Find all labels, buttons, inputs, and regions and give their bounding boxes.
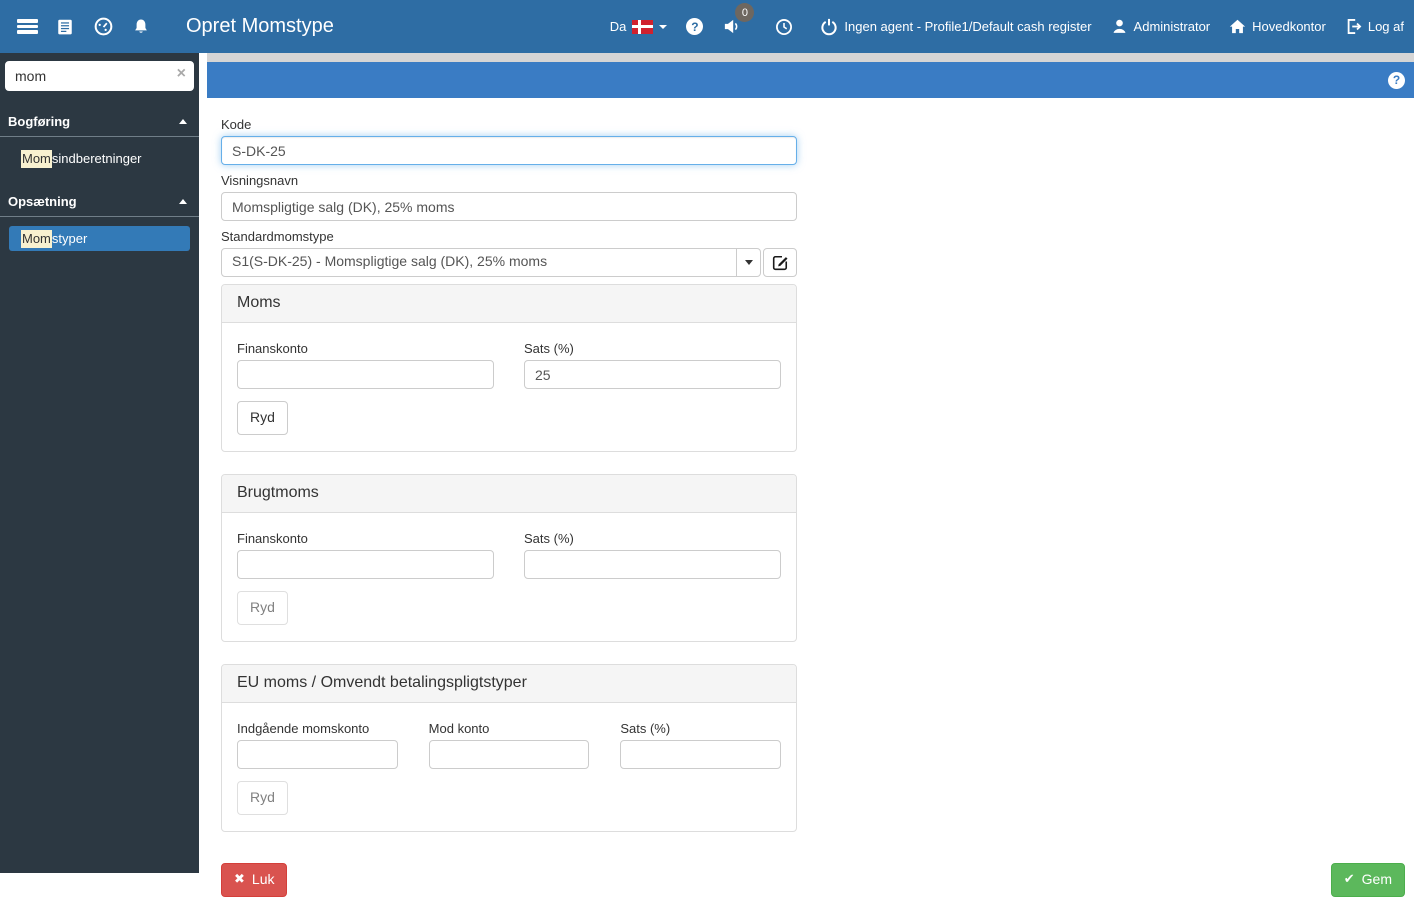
panel-eu-moms: EU moms / Omvendt betalingspligtstyper I…: [221, 663, 797, 832]
help-icon: ?: [686, 18, 704, 35]
select-caret[interactable]: [736, 249, 760, 276]
chevron-up-icon: [179, 119, 187, 124]
visningsnavn-label: Visningsnavn: [221, 173, 299, 188]
close-button[interactable]: ✖ Luk: [221, 862, 288, 897]
edit-momstype-button[interactable]: [763, 248, 797, 277]
page-title: Opret Momstype: [186, 15, 334, 37]
brugtmoms-sats-input[interactable]: [524, 549, 781, 579]
finanskonto-label: Finanskonto: [237, 530, 308, 546]
moms-finanskonto-input[interactable]: [237, 360, 494, 389]
search-match-highlight: Mom: [21, 230, 52, 248]
sidebar: × Bogføring Momsindberetninger Opsætning…: [0, 53, 199, 873]
history-button[interactable]: [775, 18, 793, 36]
sats-label: Sats (%): [620, 720, 671, 736]
close-icon: ✖: [234, 871, 245, 887]
check-icon: ✔: [1343, 871, 1355, 887]
user-icon: [1113, 19, 1125, 33]
visningsnavn-input[interactable]: [221, 192, 797, 221]
top-strip: [207, 53, 1414, 62]
kode-input[interactable]: [221, 136, 797, 165]
danish-flag-icon: [632, 19, 654, 34]
page-header-bar: ?: [207, 62, 1414, 98]
logout-icon: [1347, 19, 1362, 34]
chevron-down-icon: [659, 24, 668, 29]
finanskonto-label: Finanskonto: [237, 341, 308, 356]
mod-konto-label: Mod konto: [428, 720, 490, 736]
panel-moms: Moms Finanskonto Sats (%) Ryd: [221, 284, 797, 452]
sats-label: Sats (%): [524, 341, 574, 356]
eu-indgaaende-momskonto-input[interactable]: [237, 739, 398, 769]
sats-label: Sats (%): [524, 530, 574, 546]
chevron-up-icon: [179, 199, 187, 204]
edit-icon: [772, 255, 788, 271]
search-match-highlight: Mom: [21, 150, 52, 168]
page-help-icon[interactable]: ?: [1388, 71, 1405, 89]
eu-ryd-button: Ryd: [237, 780, 288, 815]
user-menu[interactable]: Administrator: [1111, 18, 1211, 35]
sidebar-section-label: Bogføring: [8, 114, 71, 129]
sidebar-search-input[interactable]: [5, 61, 194, 91]
panel-moms-title: Moms: [222, 285, 796, 323]
indgaaende-momskonto-label: Indgående momskonto: [237, 720, 370, 736]
menu-hamburger-icon[interactable]: [8, 8, 46, 46]
brugtmoms-ryd-button: Ryd: [237, 590, 288, 625]
location-label: Hovedkontor: [1252, 19, 1326, 34]
sidebar-section-label: Opsætning: [8, 194, 77, 209]
sidebar-item-momstyper[interactable]: Momstyper: [9, 226, 190, 251]
chevron-down-icon: [744, 260, 753, 265]
standardmomstype-value: S1(S-DK-25) - Momspligtige salg (DK), 25…: [232, 253, 548, 269]
eu-mod-konto-input[interactable]: [428, 739, 590, 769]
power-icon: [821, 18, 838, 35]
sidebar-item-label: sindberetninger: [51, 151, 142, 166]
search-clear-icon[interactable]: ×: [177, 65, 186, 83]
dashboard-gauge-icon[interactable]: [84, 8, 122, 46]
kode-label: Kode: [221, 117, 252, 132]
save-button[interactable]: ✔ Gem: [1330, 862, 1405, 897]
panel-brugtmoms-title: Brugtmoms: [222, 474, 796, 513]
language-selector[interactable]: Da: [610, 19, 668, 34]
brugtmoms-finanskonto-input[interactable]: [237, 549, 494, 579]
home-icon: [1229, 19, 1246, 34]
clock-icon: [776, 18, 793, 35]
sidebar-section-bogfoering[interactable]: Bogføring: [0, 105, 199, 136]
main-content: ? Kode Visningsnavn Standardmomstype S1(…: [199, 53, 1414, 897]
bell-icon[interactable]: [122, 8, 160, 46]
moms-ryd-button[interactable]: Ryd: [237, 401, 288, 435]
top-navbar: Opret Momstype Da ? 0 Ingen agent - Prof…: [0, 0, 1414, 53]
sound-button[interactable]: 0: [722, 3, 755, 36]
language-label: Da: [609, 19, 627, 34]
user-label: Administrator: [1133, 19, 1211, 34]
notification-count-badge: 0: [735, 3, 755, 22]
standardmomstype-label: Standardmomstype: [221, 229, 334, 244]
standardmomstype-select[interactable]: S1(S-DK-25) - Momspligtige salg (DK), 25…: [221, 248, 761, 277]
agent-status-label: Ingen agent - Profile1/Default cash regi…: [844, 19, 1092, 34]
sidebar-section-opsaetning[interactable]: Opsætning: [0, 185, 199, 216]
eu-sats-input[interactable]: [620, 739, 782, 769]
logout-label: Log af: [1367, 19, 1404, 34]
sidebar-item-label: styper: [51, 231, 88, 246]
location-menu[interactable]: Hovedkontor: [1229, 18, 1326, 35]
sidebar-item-momsindberetninger[interactable]: Momsindberetninger: [9, 146, 190, 171]
journal-icon[interactable]: [46, 8, 84, 46]
panel-eu-moms-title: EU moms / Omvendt betalingspligtstyper: [222, 664, 796, 703]
moms-sats-input[interactable]: [524, 360, 781, 389]
help-button[interactable]: ?: [686, 18, 704, 35]
agent-status[interactable]: Ingen agent - Profile1/Default cash regi…: [820, 18, 1092, 36]
panel-brugtmoms: Brugtmoms Finanskonto Sats (%) Ryd: [221, 473, 797, 642]
logout-button[interactable]: Log af: [1345, 18, 1404, 35]
